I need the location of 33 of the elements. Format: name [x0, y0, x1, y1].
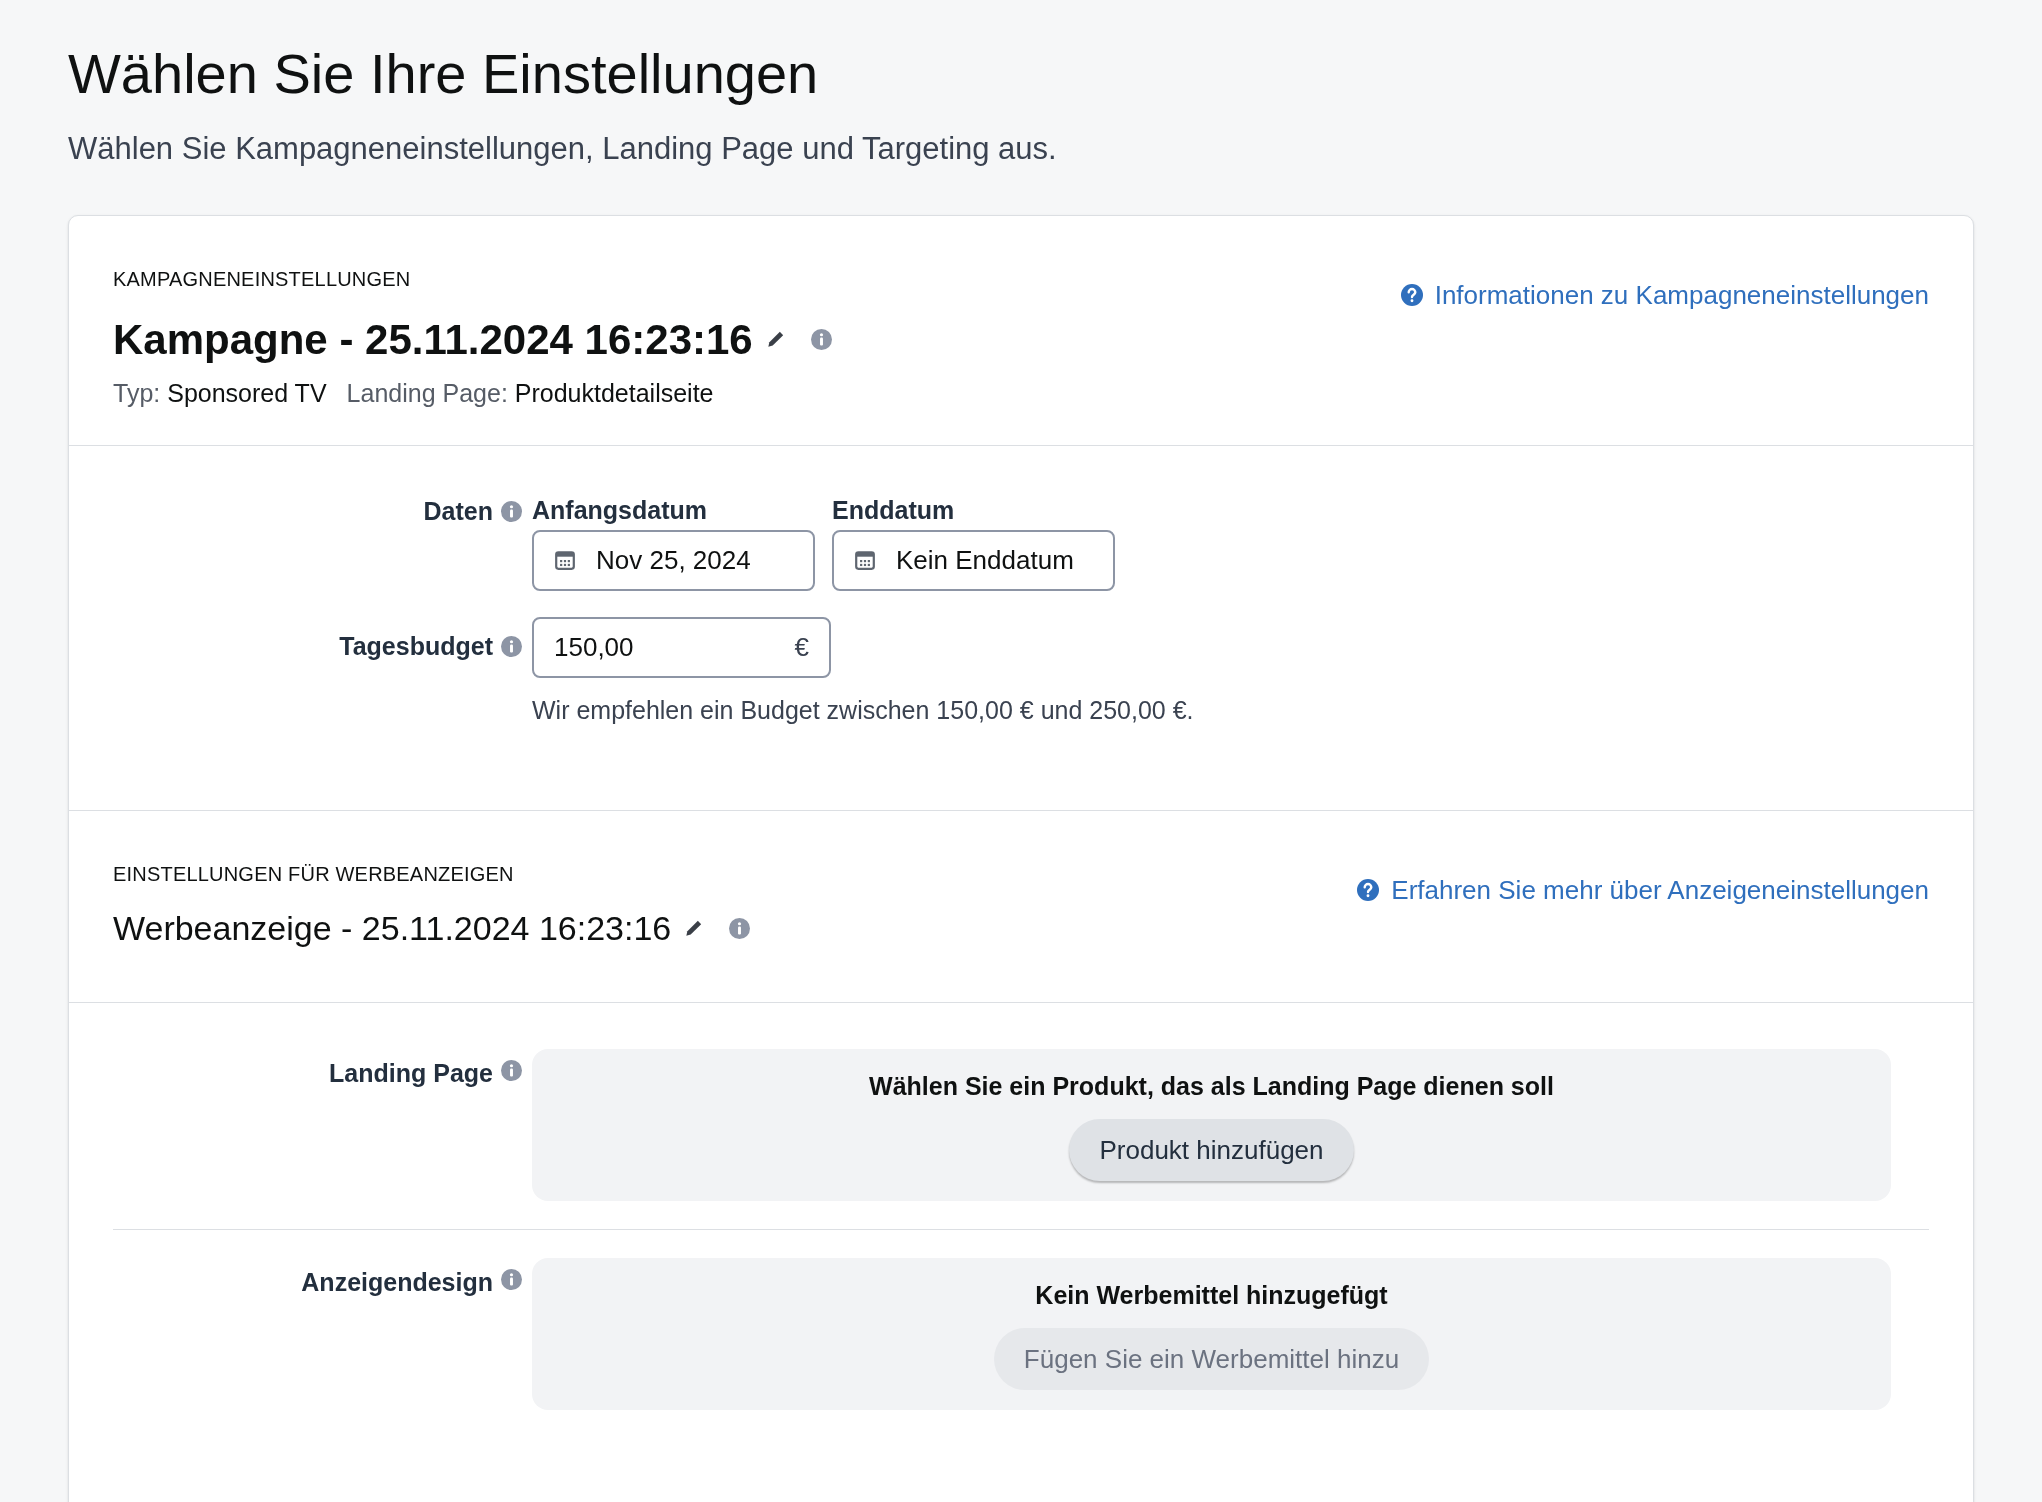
field-label: Anzeigendesign [301, 1266, 493, 1298]
calendar-icon [554, 549, 576, 571]
section-eyebrow: EINSTELLUNGEN FÜR WERBEANZEIGEN [113, 861, 515, 887]
info-icon [729, 917, 751, 939]
info-icon [501, 501, 522, 522]
date-label: Enddatum [832, 494, 956, 522]
meta-text: Landing Page: Produktdetailseite [346, 377, 714, 409]
calendar-icon [854, 549, 876, 571]
add-button[interactable]: Produkt hinzufügen [1069, 1119, 1354, 1182]
help-link[interactable]: Erfahren Sie mehr über Anzeigeneinstellungen [1357, 870, 1929, 910]
page-title: Wählen Sie Ihre Einstellungen [68, 41, 820, 107]
info-icon [810, 328, 832, 350]
budget-hint: Wir empfehlen ein Budget zwischen 150,00 € und 250,00 €. [532, 694, 1194, 726]
section-eyebrow: KAMPAGNENEINSTELLUNGEN [113, 266, 412, 292]
info-icon [501, 1268, 522, 1290]
section-title: Werbeanzeige - 25.11.2024 16:23:16 [113, 907, 672, 949]
empty-state-message: Kein Werbemittel hinzugefügt [1035, 1279, 1388, 1311]
help-icon [1357, 879, 1380, 901]
empty-state-message: Wählen Sie ein Produkt, das als Landing Page dienen soll [869, 1070, 1554, 1102]
budget-field[interactable]: 150,00 € [532, 616, 831, 678]
info-icon [501, 1059, 522, 1081]
field-label: Daten [423, 495, 493, 527]
section-title: Kampagne - 25.11.2024 16:23:16 [113, 314, 753, 365]
field-label: Landing Page [329, 1057, 493, 1089]
date-field[interactable]: Kein Enddatum [832, 529, 1115, 591]
page-subtitle: Wählen Sie Kampagneneinstellungen, Landing Page und Targeting aus. [68, 130, 1058, 168]
date-field[interactable]: Nov 25, 2024 [532, 529, 815, 591]
help-link[interactable]: Informationen zu Kampagneneinstellungen [1400, 275, 1929, 315]
date-label: Anfangsdatum [532, 494, 708, 522]
meta-text: Typ: Sponsored TV [113, 377, 327, 409]
help-icon [1400, 284, 1423, 306]
field-label: Tagesbudget [339, 630, 493, 662]
info-icon [501, 636, 522, 657]
